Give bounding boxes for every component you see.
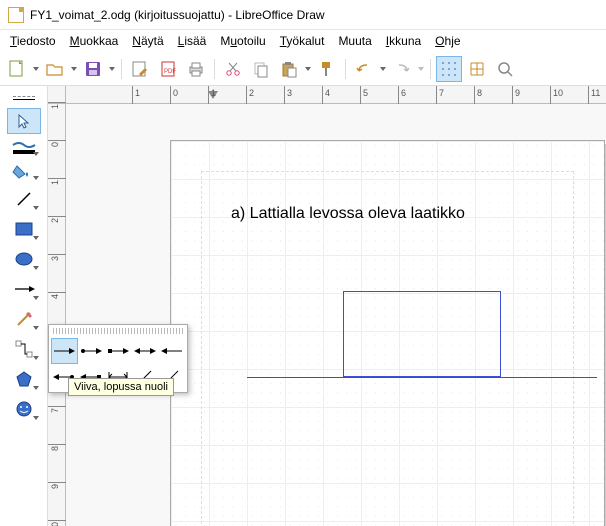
tooltip: Viiva, lopussa nuoli [68,378,174,396]
helplines-button[interactable] [464,56,490,82]
line-color-tool[interactable] [7,138,41,158]
page[interactable]: a) Lattialla levossa oleva laatikko [170,140,605,526]
print-button[interactable] [183,56,209,82]
menu-muokkaa[interactable]: Muokkaa [64,32,125,50]
menu-muotoilu[interactable]: Muotoilu [214,32,271,50]
menu-lisää[interactable]: Lisää [172,32,213,50]
title-bar: FY1_voimat_2.odg (kirjoitussuojattu) - L… [0,0,606,30]
floor-line[interactable] [247,377,597,378]
line-end-square-arrow[interactable] [105,338,132,364]
undo-button[interactable] [351,56,377,82]
basic-shapes-tool[interactable] [7,366,41,392]
edit-mode-button[interactable] [127,56,153,82]
menu-ohje[interactable]: Ohje [429,32,466,50]
select-tool[interactable] [7,108,41,134]
menu-tiedosto[interactable]: Tiedosto [4,32,62,50]
line-arrows-both[interactable] [131,338,158,364]
drawing-toolbar [0,86,48,526]
copy-button[interactable] [248,56,274,82]
save-button[interactable] [80,56,106,82]
rectangle-tool[interactable] [7,216,41,242]
ellipse-tool[interactable] [7,246,41,272]
svg-text:PDF: PDF [164,69,176,75]
format-paintbrush-button[interactable] [314,56,340,82]
menu-bar: TiedostoMuokkaaNäytäLisääMuotoiluTyökalu… [0,30,606,52]
redo-dropdown[interactable] [417,67,425,71]
cut-button[interactable] [220,56,246,82]
standard-toolbar: PDF [0,52,606,86]
flyout-grip[interactable] [53,328,183,334]
new-button[interactable] [4,56,30,82]
vertical-ruler[interactable]: 10123456789101112 [48,104,66,526]
horizontal-ruler[interactable]: 10123456789101112 [66,86,606,104]
arrow-line-tool[interactable] [7,276,41,302]
page-viewport[interactable]: a) Lattialla levossa oleva laatikko [66,104,606,526]
new-dropdown[interactable] [32,67,40,71]
menu-työkalut[interactable]: Työkalut [274,32,331,50]
window-title: FY1_voimat_2.odg (kirjoitussuojattu) - L… [30,8,325,22]
save-dropdown[interactable] [108,67,116,71]
redo-button[interactable] [389,56,415,82]
menu-muuta[interactable]: Muuta [332,32,377,50]
fill-color-tool[interactable] [7,162,41,182]
open-button[interactable] [42,56,68,82]
canvas-text-a[interactable]: a) Lattialla levossa oleva laatikko [231,205,465,223]
menu-näytä[interactable]: Näytä [126,32,169,50]
canvas-area: 10123456789101112 10123456789101112 a) L… [48,86,606,526]
box-shape[interactable] [343,291,501,377]
line-end-arrow[interactable] [51,338,78,364]
line-style-preview[interactable] [7,90,41,104]
grid-visible-button[interactable] [436,56,462,82]
line-start-arrow[interactable] [158,338,185,364]
curve-tool[interactable] [7,306,41,332]
symbol-shapes-tool[interactable] [7,396,41,422]
export-pdf-button[interactable]: PDF [155,56,181,82]
line-tool[interactable] [7,186,41,212]
open-dropdown[interactable] [70,67,78,71]
document-icon [8,7,24,23]
connector-tool[interactable] [7,336,41,362]
line-end-circle-arrow[interactable] [78,338,105,364]
paste-dropdown[interactable] [304,67,312,71]
paste-button[interactable] [276,56,302,82]
zoom-button[interactable] [492,56,518,82]
undo-dropdown[interactable] [379,67,387,71]
menu-ikkuna[interactable]: Ikkuna [380,32,427,50]
